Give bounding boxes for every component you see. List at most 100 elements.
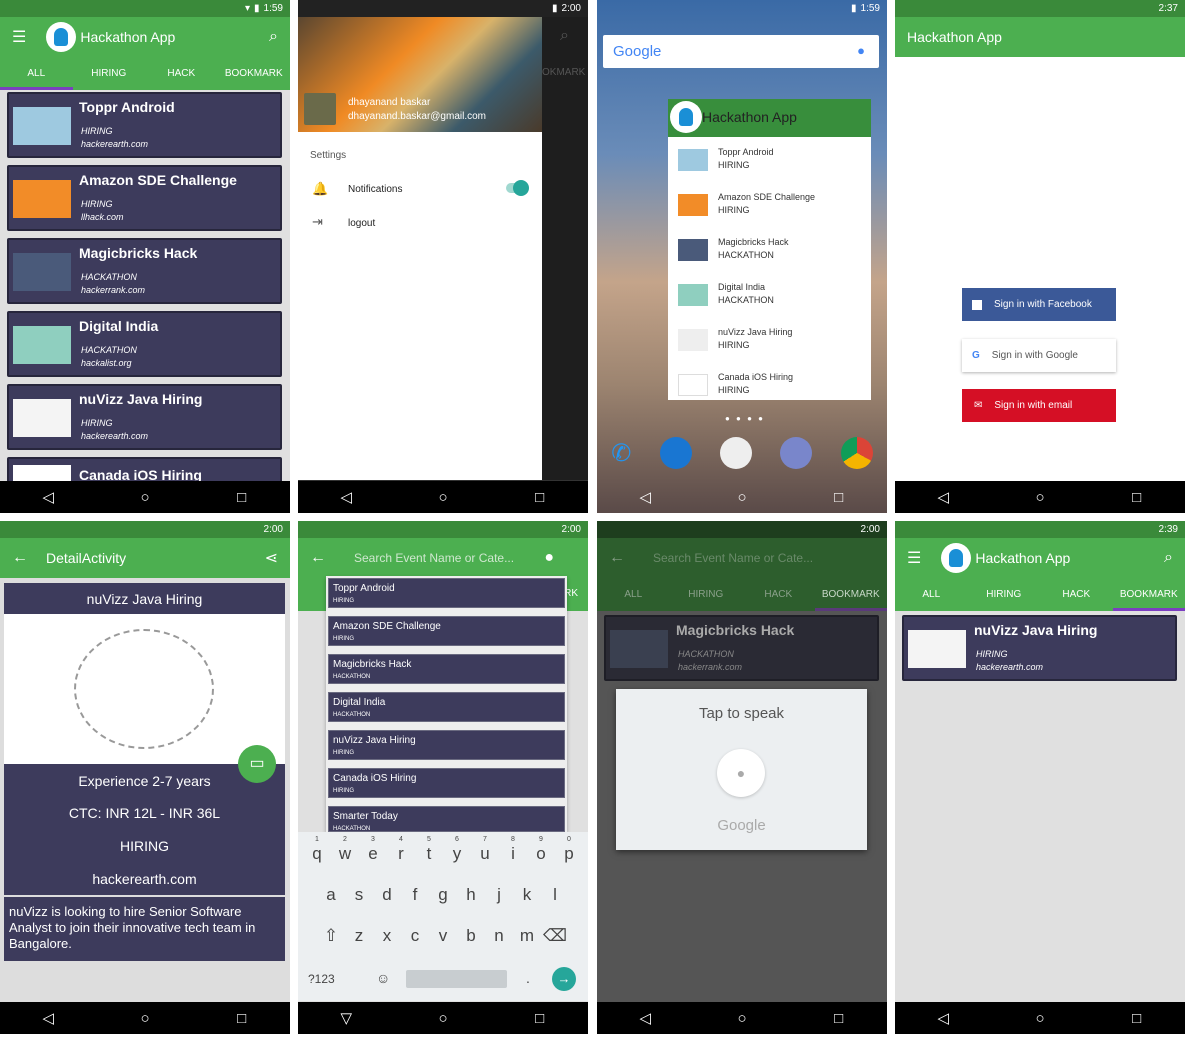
- recents-icon[interactable]: □: [1122, 1010, 1152, 1027]
- key[interactable]: b: [457, 926, 485, 946]
- event-card[interactable]: Toppr Android HIRING hackerearth.com: [7, 92, 282, 158]
- key[interactable]: x: [373, 926, 401, 946]
- menu-icon[interactable]: ☰: [907, 548, 921, 568]
- key[interactable]: r: [387, 844, 415, 864]
- recents-icon[interactable]: □: [824, 489, 854, 506]
- tab-hiring[interactable]: HIRING: [670, 578, 743, 611]
- widget-row[interactable]: Toppr Android HIRING: [668, 137, 871, 182]
- tab-hack[interactable]: HACK: [1040, 578, 1113, 611]
- back-arrow-icon[interactable]: ←: [609, 549, 625, 567]
- back-icon[interactable]: ◁: [928, 488, 958, 506]
- widget-row[interactable]: Digital India HACKATHON: [668, 272, 871, 317]
- tab-hiring[interactable]: HIRING: [73, 57, 146, 90]
- key[interactable]: a: [317, 885, 345, 905]
- back-icon[interactable]: ◁: [331, 488, 361, 506]
- suggestion-item[interactable]: Smarter Today HACKATHON: [328, 806, 565, 832]
- recents-icon[interactable]: □: [824, 1010, 854, 1027]
- phone-icon[interactable]: ✆: [611, 439, 631, 468]
- space-bar[interactable]: [406, 970, 507, 988]
- back-icon[interactable]: ◁: [33, 1009, 63, 1027]
- suggestion-item[interactable]: Magicbricks Hack HACKATHON: [328, 654, 565, 684]
- tab-bookmark[interactable]: BOOKMARK: [1112, 578, 1185, 611]
- key[interactable]: z: [345, 926, 373, 946]
- enter-icon[interactable]: →: [552, 967, 576, 991]
- google-signin-button[interactable]: G Sign in with Google: [962, 339, 1116, 372]
- home-icon[interactable]: ○: [428, 1010, 458, 1027]
- home-icon[interactable]: ○: [1025, 1010, 1055, 1027]
- widget-row[interactable]: Amazon SDE Challenge HIRING: [668, 182, 871, 227]
- facebook-signin-button[interactable]: Sign in with Facebook: [962, 288, 1116, 321]
- mic-icon[interactable]: ●: [544, 549, 554, 567]
- back-arrow-icon[interactable]: ←: [12, 549, 28, 567]
- tab-all[interactable]: ALL: [0, 57, 73, 90]
- suggestion-item[interactable]: Amazon SDE Challenge HIRING: [328, 616, 565, 646]
- key[interactable]: n: [485, 926, 513, 946]
- shift-icon[interactable]: ⇧: [317, 926, 345, 946]
- key[interactable]: k: [513, 885, 541, 905]
- home-icon[interactable]: ○: [130, 489, 160, 506]
- key[interactable]: w: [331, 844, 359, 864]
- widget-row[interactable]: Magicbricks Hack HACKATHON: [668, 227, 871, 272]
- key[interactable]: p: [555, 844, 583, 864]
- search-input[interactable]: Search Event Name or Cate...: [653, 551, 813, 565]
- tab-bookmark[interactable]: BOOKMARK: [218, 57, 291, 90]
- key[interactable]: m: [513, 926, 541, 946]
- back-icon[interactable]: ◁: [630, 1009, 660, 1027]
- back-icon[interactable]: ◁: [33, 488, 63, 506]
- messages-icon[interactable]: [659, 437, 692, 469]
- key[interactable]: o: [527, 844, 555, 864]
- tab-hiring[interactable]: HIRING: [968, 578, 1041, 611]
- key[interactable]: u: [471, 844, 499, 864]
- event-card[interactable]: nuVizz Java Hiring HIRING hackerearth.com: [7, 384, 282, 450]
- logout-item[interactable]: logout: [348, 218, 375, 229]
- key[interactable]: l: [541, 885, 569, 905]
- home-icon[interactable]: ○: [727, 489, 757, 506]
- recents-icon[interactable]: □: [525, 1010, 555, 1027]
- suggestion-item[interactable]: Canada iOS Hiring HIRING: [328, 768, 565, 798]
- search-input[interactable]: Search Event Name or Cate...: [354, 551, 514, 565]
- emoji-icon[interactable]: ☺: [376, 970, 390, 986]
- key[interactable]: t: [415, 844, 443, 864]
- menu-icon[interactable]: ☰: [12, 27, 26, 47]
- key[interactable]: e: [359, 844, 387, 864]
- mic-icon[interactable]: ●: [857, 43, 865, 58]
- key[interactable]: s: [345, 885, 373, 905]
- share-icon[interactable]: ⋖: [265, 548, 278, 568]
- tab-hack[interactable]: HACK: [742, 578, 815, 611]
- key[interactable]: j: [485, 885, 513, 905]
- key[interactable]: q: [303, 844, 331, 864]
- home-icon[interactable]: ○: [1025, 489, 1055, 506]
- chrome-icon[interactable]: [840, 437, 873, 469]
- event-card[interactable]: Magicbricks Hack HACKATHON hackerrank.com: [7, 238, 282, 304]
- recents-icon[interactable]: □: [525, 489, 555, 506]
- apps-icon[interactable]: [720, 437, 753, 469]
- recents-icon[interactable]: □: [227, 1010, 257, 1027]
- tab-bookmark[interactable]: BOOKMARK: [814, 578, 887, 611]
- key[interactable]: d: [373, 885, 401, 905]
- suggestion-item[interactable]: nuVizz Java Hiring HIRING: [328, 730, 565, 760]
- recents-icon[interactable]: □: [1122, 489, 1152, 506]
- event-card[interactable]: Digital India HACKATHON hackalist.org: [7, 311, 282, 377]
- recents-icon[interactable]: □: [227, 489, 257, 506]
- bookmark-card[interactable]: nuVizz Java Hiring HIRING hackerearth.com: [902, 615, 1177, 681]
- key[interactable]: y: [443, 844, 471, 864]
- suggestion-item[interactable]: Digital India HACKATHON: [328, 692, 565, 722]
- key[interactable]: h: [457, 885, 485, 905]
- home-icon[interactable]: ○: [428, 489, 458, 506]
- key[interactable]: g: [429, 885, 457, 905]
- key[interactable]: .: [526, 970, 530, 986]
- event-card[interactable]: Amazon SDE Challenge HIRING llhack.com: [7, 165, 282, 231]
- tab-all[interactable]: ALL: [597, 578, 670, 611]
- back-icon[interactable]: ◁: [928, 1009, 958, 1027]
- home-icon[interactable]: ○: [727, 1010, 757, 1027]
- widget-row[interactable]: Canada iOS Hiring HIRING: [668, 362, 871, 407]
- suggestion-item[interactable]: Toppr Android HIRING: [328, 578, 565, 608]
- widget-row[interactable]: nuVizz Java Hiring HIRING: [668, 317, 871, 362]
- search-icon[interactable]: ⌕: [269, 28, 278, 46]
- key[interactable]: f: [401, 885, 429, 905]
- mic-button[interactable]: ●: [717, 749, 765, 797]
- notifications-toggle[interactable]: [506, 180, 529, 196]
- key[interactable]: v: [429, 926, 457, 946]
- key[interactable]: i: [499, 844, 527, 864]
- tab-hack[interactable]: HACK: [145, 57, 218, 90]
